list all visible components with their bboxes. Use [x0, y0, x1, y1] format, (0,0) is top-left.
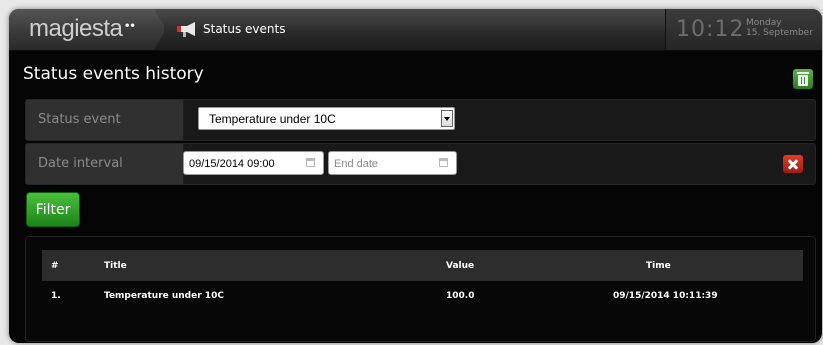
column-header-index: #	[51, 261, 59, 271]
section-title: Status events	[203, 22, 286, 36]
clock-time: 10:12	[676, 17, 745, 42]
top-bar: magiesta •• Status events 10:12 Monday 1…	[9, 9, 822, 51]
delete-history-button[interactable]	[793, 69, 813, 89]
logo-segment[interactable]: magiesta ••	[9, 9, 164, 50]
end-date-placeholder: End date	[334, 158, 379, 170]
date-interval-row: Date interval 09/15/2014 09:00 End date	[25, 143, 816, 185]
megaphone-icon	[177, 22, 195, 37]
row-title: Temperature under 10C	[104, 291, 224, 301]
app-window: magiesta •• Status events 10:12 Monday 1…	[9, 9, 822, 343]
status-event-row: Status event Temperature under 10C	[25, 99, 816, 141]
status-event-select[interactable]: Temperature under 10C	[198, 107, 455, 130]
logo-mark: ••	[124, 21, 136, 32]
row-time: 09/15/2014 10:11:39	[613, 291, 718, 301]
events-table: # Title Value Time 1. Temperature under …	[25, 236, 816, 342]
table-header: # Title Value Time	[42, 250, 803, 281]
column-header-time: Time	[646, 261, 671, 271]
clear-dates-button[interactable]	[783, 155, 803, 173]
end-date-field[interactable]: End date	[328, 151, 457, 175]
trash-icon	[797, 72, 809, 86]
clock-date: Monday 15. September	[746, 18, 813, 38]
weekday: Monday	[746, 18, 782, 28]
logo: magiesta	[29, 15, 123, 42]
row-value: 100.0	[446, 291, 475, 301]
column-header-title: Title	[104, 261, 127, 271]
date: 15. September	[746, 28, 813, 38]
chevron-down-icon[interactable]	[441, 110, 453, 127]
row-index: 1.	[51, 291, 61, 301]
column-header-value: Value	[446, 261, 475, 271]
clock-panel: 10:12 Monday 15. September	[665, 9, 822, 50]
status-event-label: Status event	[26, 100, 184, 140]
calendar-icon[interactable]	[439, 158, 448, 167]
date-interval-label: Date interval	[26, 144, 184, 184]
table-row[interactable]: 1. Temperature under 10C 100.0 09/15/201…	[42, 281, 803, 309]
status-event-value: Temperature under 10C	[209, 112, 336, 126]
page-title: Status events history	[23, 64, 204, 84]
start-date-field[interactable]: 09/15/2014 09:00	[183, 151, 324, 175]
filter-button[interactable]: Filter	[26, 192, 80, 227]
start-date-value: 09/15/2014 09:00	[189, 158, 275, 170]
calendar-icon[interactable]	[306, 158, 315, 167]
